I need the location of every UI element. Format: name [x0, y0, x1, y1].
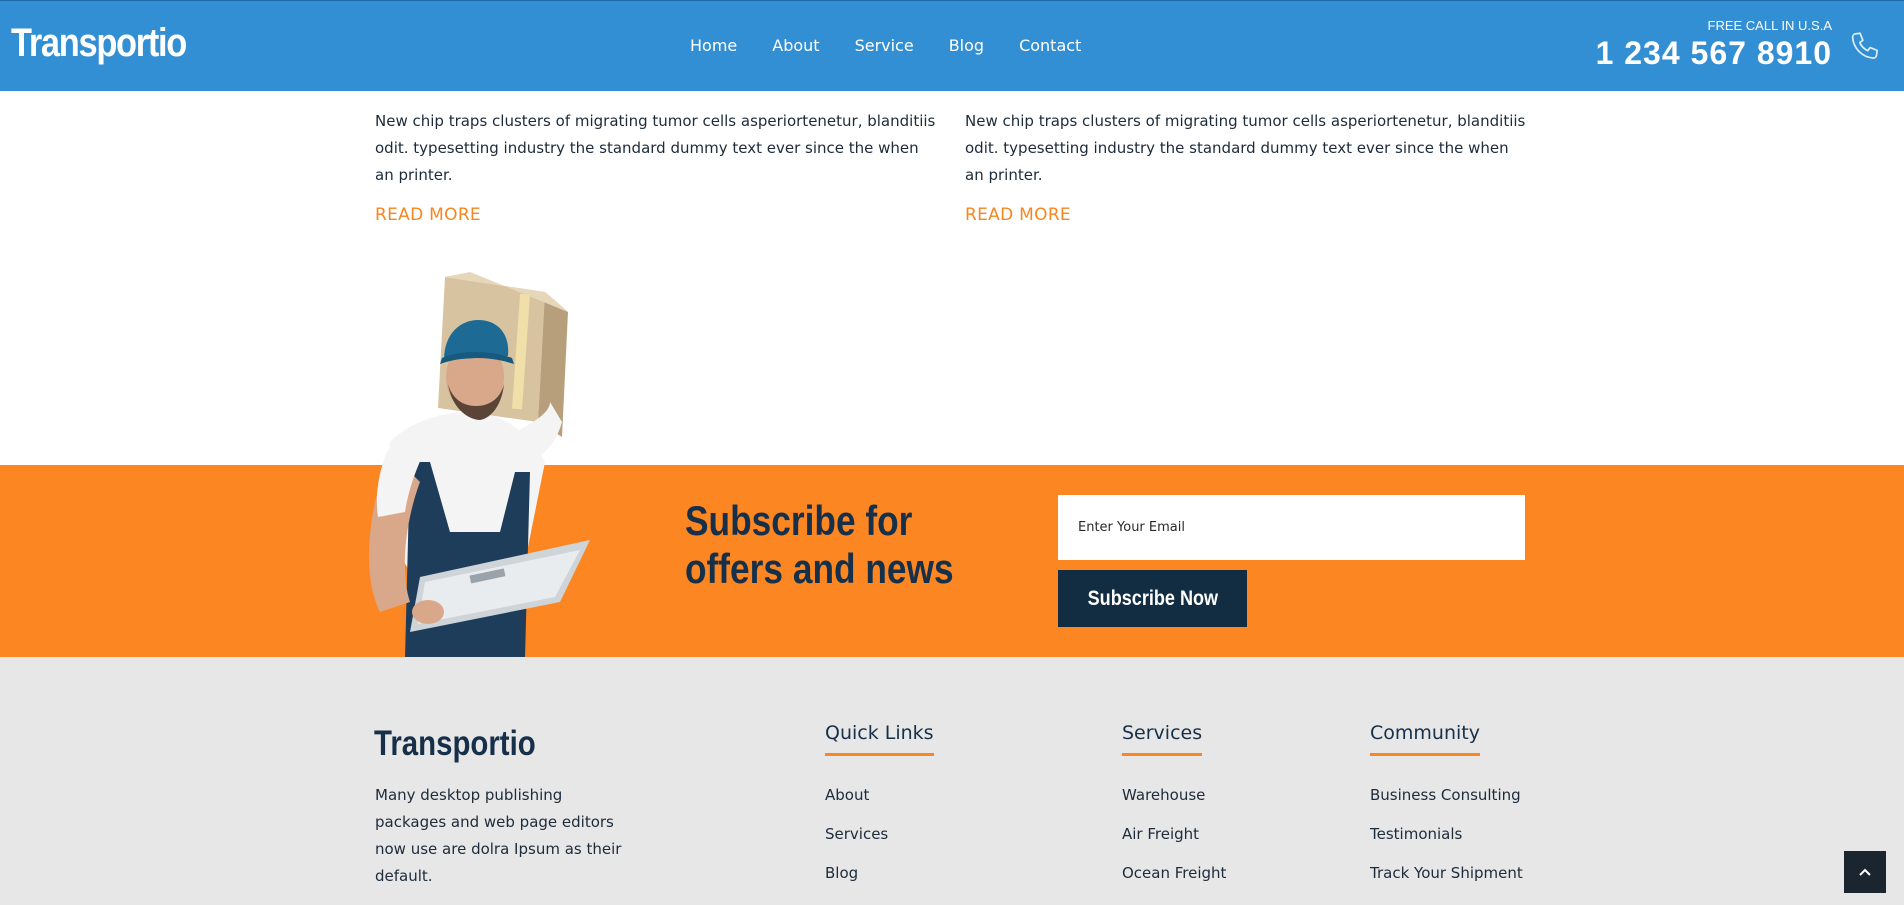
article-card: New chip traps clusters of migrating tum…: [965, 108, 1530, 225]
footer-link-track-shipment[interactable]: Track Your Shipment: [1370, 854, 1523, 893]
footer-description: Many desktop publishing packages and web…: [375, 786, 622, 885]
footer-column-title: Quick Links: [825, 722, 934, 756]
footer-link-about[interactable]: About: [825, 776, 934, 815]
phone-icon[interactable]: [1848, 29, 1882, 63]
footer-link-business-consulting[interactable]: Business Consulting: [1370, 776, 1523, 815]
footer-link-ocean-freight[interactable]: Ocean Freight: [1122, 854, 1226, 893]
subscribe-button-label: Subscribe Now: [1087, 586, 1218, 610]
scroll-to-top-button[interactable]: [1844, 851, 1886, 893]
chevron-up-icon: [1859, 868, 1871, 876]
footer-link-services[interactable]: Services: [825, 815, 934, 854]
nav-contact[interactable]: Contact: [1019, 36, 1081, 55]
read-more-link[interactable]: READ MORE: [375, 205, 481, 225]
footer-quick-links: Quick Links About Services Blog: [825, 722, 934, 893]
call-number[interactable]: 1 234 567 8910: [1596, 35, 1832, 72]
site-footer: [0, 657, 1904, 905]
footer-link-air-freight[interactable]: Air Freight: [1122, 815, 1226, 854]
call-label: FREE CALL IN U.S.A: [1707, 18, 1833, 33]
delivery-worker-image: [369, 272, 590, 658]
footer-link-testimonials[interactable]: Testimonials: [1370, 815, 1523, 854]
article-card: New chip traps clusters of migrating tum…: [375, 108, 940, 225]
subscribe-title: Subscribe for offers and news: [685, 497, 954, 592]
email-input[interactable]: [1058, 495, 1525, 560]
footer-link-warehouse[interactable]: Warehouse: [1122, 776, 1226, 815]
article-excerpt: New chip traps clusters of migrating tum…: [375, 112, 936, 184]
article-excerpt: New chip traps clusters of migrating tum…: [965, 112, 1526, 184]
nav-about[interactable]: About: [772, 36, 819, 55]
subscribe-button[interactable]: Subscribe Now: [1058, 570, 1247, 627]
footer-column-title: Community: [1370, 722, 1480, 756]
nav-home[interactable]: Home: [690, 36, 737, 55]
nav-blog[interactable]: Blog: [949, 36, 984, 55]
footer-services: Services Warehouse Air Freight Ocean Fre…: [1122, 722, 1226, 893]
footer-logo[interactable]: Transportio: [374, 724, 536, 764]
footer-community: Community Business Consulting Testimonia…: [1370, 722, 1523, 893]
footer-column-title: Services: [1122, 722, 1203, 756]
footer-link-blog[interactable]: Blog: [825, 854, 934, 893]
main-nav: Home About Service Blog Contact: [690, 36, 1116, 55]
nav-service[interactable]: Service: [855, 36, 914, 55]
call-box: FREE CALL IN U.S.A 1 234 567 8910: [1596, 18, 1832, 72]
site-logo[interactable]: Transportio: [11, 21, 187, 66]
read-more-link[interactable]: READ MORE: [965, 205, 1071, 225]
site-header: Transportio Home About Service Blog Cont…: [0, 0, 1904, 91]
